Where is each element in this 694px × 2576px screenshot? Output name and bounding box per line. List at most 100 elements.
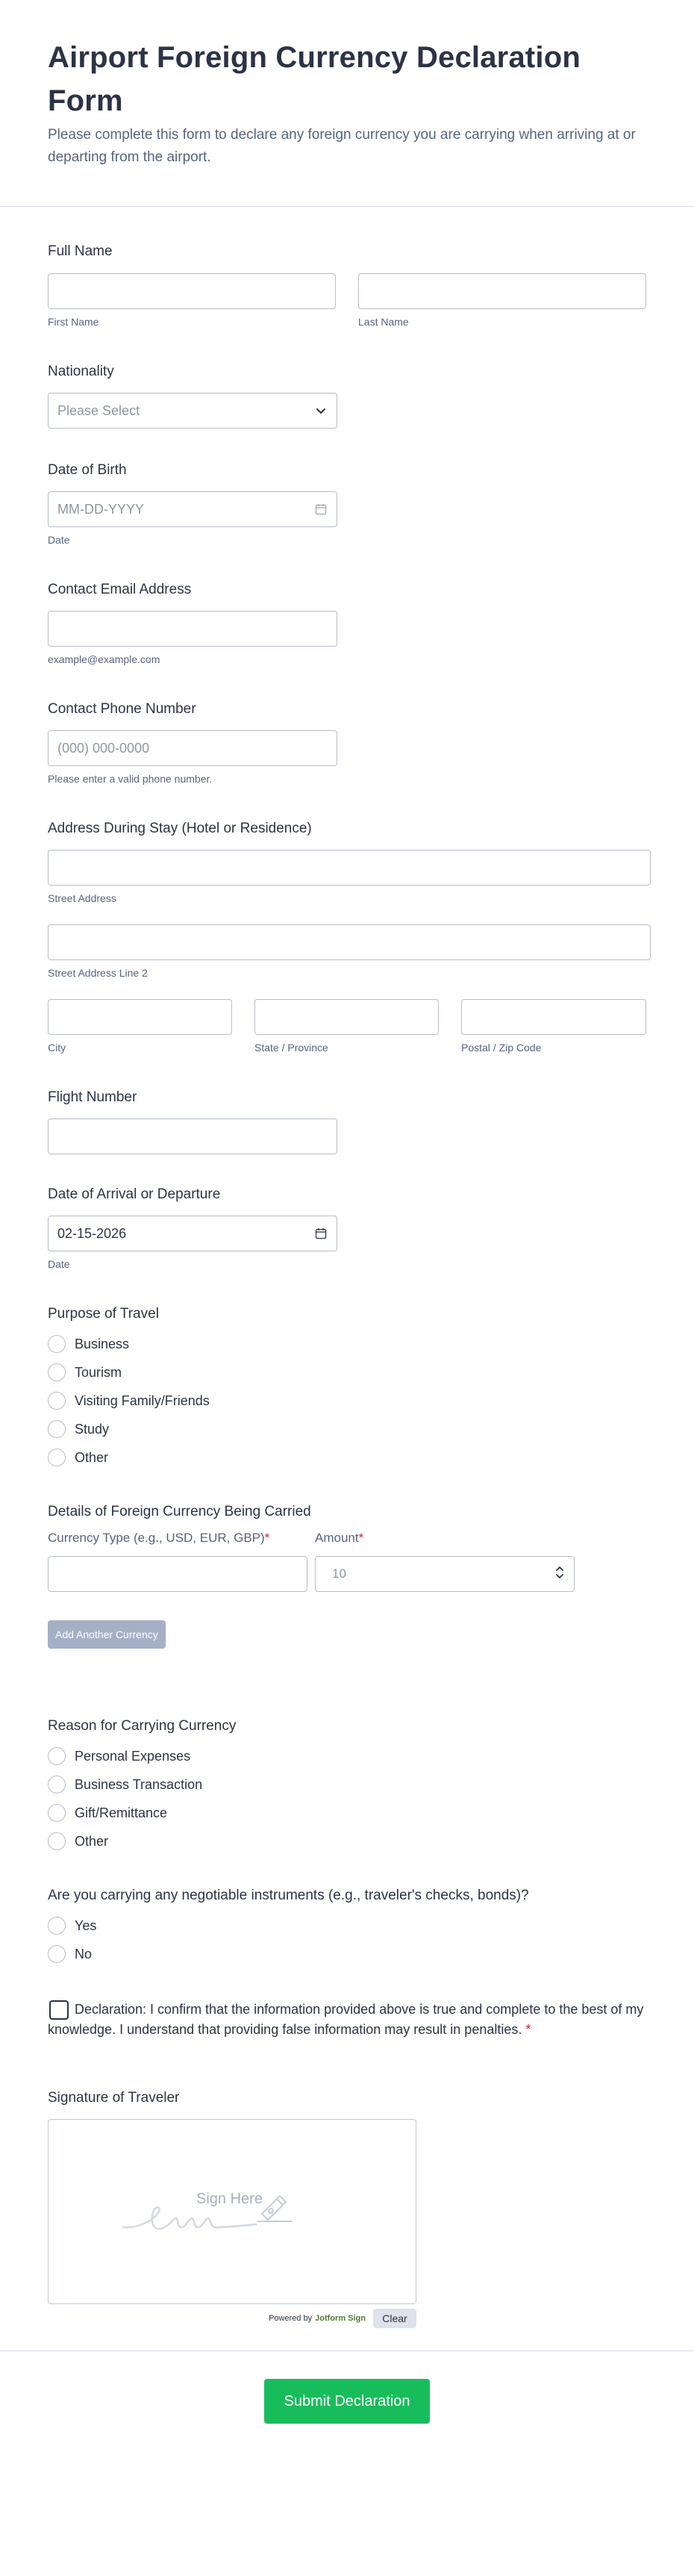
reason-field: Reason for Carrying Currency Personal Ex…: [48, 1717, 646, 1855]
instruments-option-no[interactable]: No: [48, 1940, 646, 1968]
state-input[interactable]: [254, 999, 439, 1035]
flight-input[interactable]: [48, 1119, 337, 1154]
full-name-field: Full Name First Name Last Name: [48, 243, 646, 329]
clear-signature-button[interactable]: Clear: [373, 2309, 416, 2328]
add-currency-button[interactable]: Add Another Currency: [48, 1620, 166, 1649]
instruments-label: Are you carrying any negotiable instrume…: [48, 1888, 529, 1903]
phone-sublabel: Please enter a valid phone number.: [48, 773, 213, 785]
currency-label: Details of Foreign Currency Being Carrie…: [48, 1504, 311, 1519]
street-address-input[interactable]: [48, 850, 651, 886]
reason-option-gift[interactable]: Gift/Remittance: [48, 1799, 646, 1827]
calendar-icon[interactable]: [314, 1227, 328, 1240]
radio-label: Business: [75, 1336, 130, 1351]
radio-button[interactable]: [48, 1449, 66, 1466]
flight-label: Flight Number: [48, 1089, 137, 1105]
purpose-option-other[interactable]: Other: [48, 1443, 646, 1472]
instruments-options: Yes No: [48, 1911, 646, 1968]
reason-options: Personal Expenses Business Transaction G…: [48, 1742, 646, 1855]
calendar-icon[interactable]: [314, 503, 328, 516]
instruments-field: Are you carrying any negotiable instrume…: [48, 1887, 646, 1968]
submit-button[interactable]: Submit Declaration: [264, 2379, 430, 2424]
radio-label: Personal Expenses: [75, 1748, 191, 1764]
arrival-date-input[interactable]: 02-15-2026: [48, 1216, 337, 1251]
reason-option-business[interactable]: Business Transaction: [48, 1770, 646, 1799]
purpose-label: Purpose of Travel: [48, 1306, 159, 1322]
radio-button[interactable]: [48, 1917, 66, 1935]
street-address-line2-input[interactable]: [48, 924, 651, 960]
form-subtitle: Please complete this form to declare any…: [48, 127, 636, 165]
radio-button[interactable]: [48, 1776, 66, 1793]
currency-type-input[interactable]: [48, 1556, 307, 1592]
radio-label: Gift/Remittance: [75, 1805, 168, 1820]
dob-placeholder: MM-DD-YYYY: [57, 501, 144, 517]
signature-pad[interactable]: Sign Here: [48, 2119, 416, 2304]
amount-placeholder: 10: [332, 1567, 346, 1581]
amount-input[interactable]: 10: [315, 1556, 575, 1592]
stepper-icon[interactable]: [554, 1564, 565, 1584]
reason-label: Reason for Carrying Currency: [48, 1718, 237, 1734]
form-page: Airport Foreign Currency Declaration For…: [0, 0, 694, 2424]
header-divider: [0, 206, 694, 207]
purpose-options: Business Tourism Visiting Family/Friends…: [48, 1330, 646, 1472]
signature-placeholder-graphic: Sign Here: [122, 2191, 263, 2230]
email-sublabel: example@example.com: [48, 653, 160, 665]
last-name-sublabel: Last Name: [358, 316, 409, 328]
street-address-line2-sublabel: Street Address Line 2: [48, 967, 148, 979]
radio-button[interactable]: [48, 1747, 66, 1765]
radio-button[interactable]: [48, 1804, 66, 1822]
phone-field: Contact Phone Number (000) 000-0000 Plea…: [48, 700, 646, 785]
email-input[interactable]: [48, 611, 337, 647]
radio-label: Yes: [75, 1917, 97, 1933]
phone-label: Contact Phone Number: [48, 701, 196, 717]
zip-input[interactable]: [461, 999, 646, 1035]
flight-field: Flight Number: [48, 1089, 646, 1154]
dob-input[interactable]: MM-DD-YYYY: [48, 491, 337, 527]
phone-placeholder: (000) 000-0000: [57, 740, 150, 756]
reason-option-personal[interactable]: Personal Expenses: [48, 1742, 646, 1770]
required-mark: *: [358, 1531, 364, 1545]
required-mark: *: [264, 1531, 270, 1545]
nationality-select[interactable]: Please Select: [48, 393, 337, 429]
radio-label: Business Transaction: [75, 1776, 203, 1792]
radio-button[interactable]: [48, 1945, 66, 1963]
state-sublabel: State / Province: [254, 1042, 328, 1054]
city-input[interactable]: [48, 999, 232, 1035]
currency-type-label-text: Currency Type (e.g., USD, EUR, GBP): [48, 1531, 265, 1545]
arrival-field: Date of Arrival or Departure 02-15-2026 …: [48, 1186, 646, 1271]
zip-sublabel: Postal / Zip Code: [461, 1042, 542, 1054]
radio-button[interactable]: [48, 1335, 66, 1353]
last-name-input[interactable]: [358, 273, 646, 309]
radio-button[interactable]: [48, 1420, 66, 1438]
powered-by-text: Powered by: [269, 2314, 313, 2323]
first-name-input[interactable]: [48, 273, 336, 309]
arrival-sublabel: Date: [48, 1258, 70, 1270]
currency-field: Details of Foreign Currency Being Carrie…: [48, 1503, 646, 1649]
radio-button[interactable]: [48, 1392, 66, 1410]
radio-label: Other: [75, 1449, 109, 1465]
chevron-down-icon: [314, 404, 328, 417]
street-address-sublabel: Street Address: [48, 892, 116, 904]
purpose-option-study[interactable]: Study: [48, 1415, 646, 1443]
declaration-checkbox[interactable]: [49, 2000, 69, 2020]
radio-label: Other: [75, 1833, 109, 1849]
dob-field: Date of Birth MM-DD-YYYY Date: [48, 461, 646, 547]
currency-type-label: Currency Type (e.g., USD, EUR, GBP)*: [48, 1530, 307, 1546]
signature-field: Signature of Traveler Sign Here Powered …: [48, 2089, 646, 2328]
radio-button[interactable]: [48, 1832, 66, 1850]
declaration-text: Declaration: I confirm that the informat…: [48, 2000, 646, 2040]
signature-label: Signature of Traveler: [48, 2090, 180, 2106]
arrival-date-value: 02-15-2026: [57, 1225, 127, 1241]
nationality-field: Nationality Please Select: [48, 363, 646, 429]
purpose-option-business[interactable]: Business: [48, 1330, 646, 1358]
instruments-option-yes[interactable]: Yes: [48, 1911, 646, 1940]
jotform-sign-brand: Jotform Sign: [315, 2314, 366, 2323]
reason-option-other[interactable]: Other: [48, 1827, 646, 1855]
phone-input[interactable]: (000) 000-0000: [48, 730, 337, 766]
address-field: Address During Stay (Hotel or Residence)…: [48, 820, 651, 1054]
radio-button[interactable]: [48, 1363, 66, 1381]
dob-label: Date of Birth: [48, 462, 127, 478]
form-title: Airport Foreign Currency Declaration For…: [48, 41, 581, 117]
purpose-option-tourism[interactable]: Tourism: [48, 1358, 646, 1387]
email-label: Contact Email Address: [48, 582, 192, 597]
purpose-option-visiting[interactable]: Visiting Family/Friends: [48, 1387, 646, 1415]
